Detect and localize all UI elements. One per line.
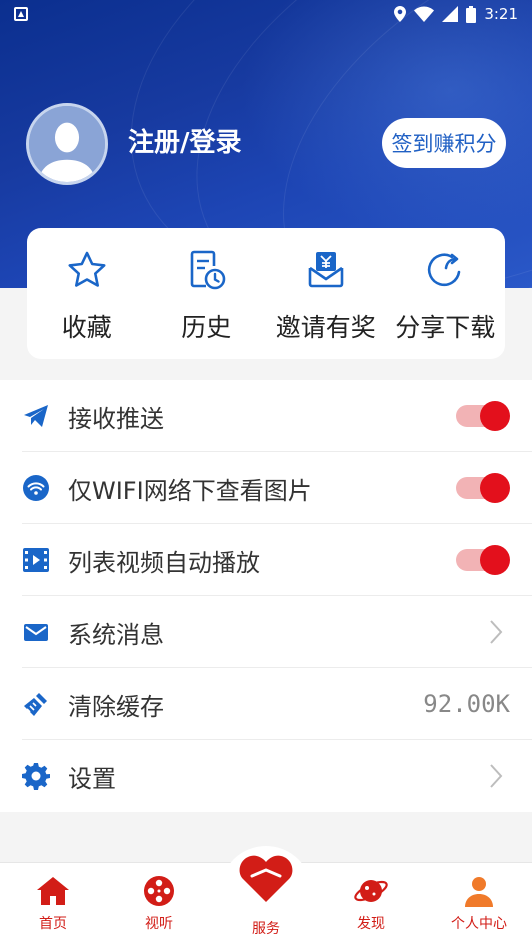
invite-reward-icon [308, 252, 344, 288]
tab-label: 发现 [357, 916, 385, 932]
setting-label: 仅WIFI网络下查看图片 [68, 476, 312, 505]
wifi-images-toggle[interactable] [456, 473, 510, 503]
tab-services[interactable]: 服务 [212, 846, 320, 944]
quick-action-favorites[interactable]: 收藏 [27, 228, 147, 359]
video-icon [22, 546, 50, 574]
broom-icon [22, 690, 50, 718]
tab-discover[interactable]: 发现 [318, 863, 424, 944]
quick-action-label: 邀请有奖 [275, 313, 376, 342]
send-icon [22, 402, 50, 430]
push-toggle[interactable] [456, 401, 510, 431]
quick-action-label: 分享下载 [395, 313, 496, 342]
quick-action-label: 收藏 [61, 313, 112, 342]
quick-action-share[interactable]: 分享下载 [386, 228, 506, 359]
tab-label: 服务 [252, 921, 280, 937]
share-icon [428, 253, 461, 287]
login-register-link[interactable]: 注册/登录 [128, 122, 242, 159]
home-icon [37, 877, 69, 905]
star-icon [68, 251, 106, 287]
setting-label: 列表视频自动播放 [68, 548, 260, 577]
film-reel-icon [144, 876, 174, 906]
setting-clear-cache[interactable]: 清除缓存 92.00K [0, 668, 532, 740]
tab-profile[interactable]: 个人中心 [426, 863, 532, 944]
setting-label: 设置 [68, 764, 116, 793]
setting-system-messages[interactable]: 系统消息 [0, 596, 532, 668]
setting-push[interactable]: 接收推送 [0, 380, 532, 452]
settings-list: 接收推送 仅WIFI网络下查看图片 列表视频自动播放 系统消息 清除缓存 92.… [0, 380, 532, 812]
quick-actions-card: 收藏 历史 邀请有奖 分享下载 [27, 228, 505, 359]
tab-label: 个人中心 [451, 916, 507, 932]
history-icon [190, 250, 226, 290]
status-bar: 3:21 [0, 0, 532, 28]
heart-icon [239, 855, 293, 902]
wifi-signal-icon [414, 6, 435, 22]
cell-signal-icon [442, 6, 459, 22]
setting-settings[interactable]: 设置 [0, 740, 532, 812]
cache-size: 92.00K [423, 690, 510, 718]
person-icon [465, 877, 493, 907]
wifi-icon [22, 474, 50, 502]
planet-icon [354, 880, 388, 902]
quick-action-label: 历史 [181, 313, 232, 342]
mail-icon [22, 618, 50, 646]
tab-label: 首页 [39, 916, 67, 932]
quick-action-history[interactable]: 历史 [147, 228, 267, 359]
setting-autoplay[interactable]: 列表视频自动播放 [0, 524, 532, 596]
setting-label: 清除缓存 [68, 692, 164, 721]
setting-wifi-images[interactable]: 仅WIFI网络下查看图片 [0, 452, 532, 524]
gear-icon [22, 762, 50, 790]
checkin-button[interactable]: 签到赚积分 [382, 118, 506, 168]
app-notification-icon [14, 7, 28, 21]
quick-action-invite[interactable]: 邀请有奖 [266, 228, 386, 359]
tab-audio-video[interactable]: 视听 [106, 863, 212, 944]
setting-label: 系统消息 [68, 620, 164, 649]
chevron-right-icon [490, 764, 503, 788]
status-time: 3:21 [484, 5, 518, 23]
location-icon [394, 6, 407, 22]
chevron-right-icon [490, 620, 503, 644]
battery-icon [466, 5, 477, 23]
tab-label: 视听 [145, 916, 173, 932]
autoplay-toggle[interactable] [456, 545, 510, 575]
default-avatar-icon [29, 106, 105, 182]
setting-label: 接收推送 [68, 404, 164, 433]
avatar[interactable] [26, 103, 108, 185]
tab-home[interactable]: 首页 [0, 863, 106, 944]
